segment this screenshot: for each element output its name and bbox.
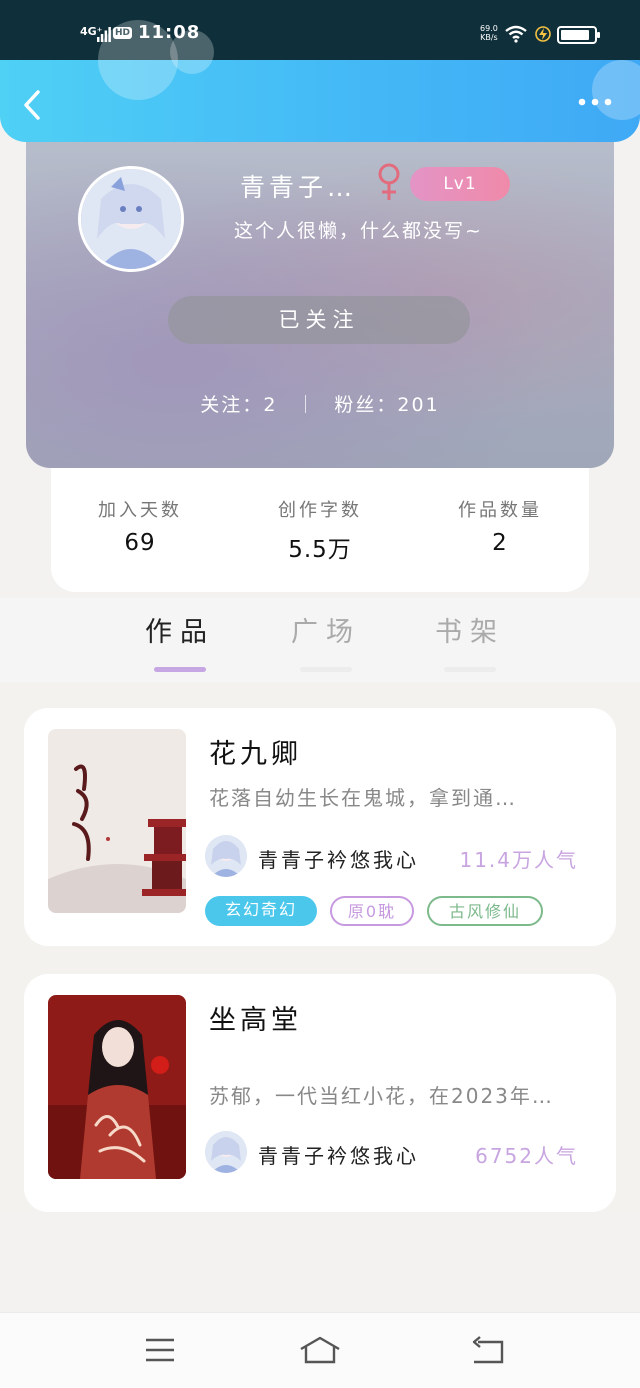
stat-value: 5.5万: [288, 537, 352, 563]
tab-indicator: [154, 667, 206, 672]
stat-join-days: 加入天数 69: [55, 496, 225, 556]
stat-label: 创作字数: [278, 500, 362, 521]
return-icon[interactable]: [470, 1335, 506, 1365]
works-list: 花九卿 花落自幼生长在鬼城，拿到通… 青青子衿悠我心 11.4万人气 玄幻奇幻 …: [0, 682, 640, 1212]
followed-button[interactable]: 已关注: [168, 296, 470, 344]
fans-count[interactable]: 粉丝：201: [334, 394, 439, 416]
speed-unit: KB/s: [480, 33, 498, 42]
cover-art: [48, 995, 186, 1179]
stats-divider: [305, 395, 307, 413]
user-bio: 这个人很懒，什么都没写~: [234, 220, 483, 242]
book-description: 苏郁，一代当红小花，在2023年…: [209, 1084, 554, 1108]
author-avatar: [205, 1131, 247, 1173]
user-avatar[interactable]: [78, 166, 184, 272]
book-title[interactable]: 花九卿: [209, 732, 302, 771]
book-cover[interactable]: [48, 729, 186, 913]
tab-indicator: [444, 667, 496, 672]
author-name: 青青子衿悠我心: [258, 848, 419, 872]
female-icon: [378, 163, 400, 200]
decor-bubble: [98, 20, 178, 100]
tab-indicator: [300, 667, 352, 672]
fans-label: 粉丝：: [334, 394, 398, 416]
genre-tag[interactable]: 玄幻奇幻: [205, 896, 317, 926]
profile-header: 青青子… Lv1 这个人很懒，什么都没写~ 已关注 关注：2 粉丝：201: [26, 120, 614, 468]
book-description: 花落自幼生长在鬼城，拿到通…: [209, 786, 517, 810]
book-title[interactable]: 坐高堂: [209, 998, 302, 1037]
menu-icon[interactable]: [144, 1335, 176, 1365]
author-name: 青青子衿悠我心: [258, 1144, 419, 1168]
stat-label: 加入天数: [98, 500, 182, 521]
book-card[interactable]: 花九卿 花落自幼生长在鬼城，拿到通… 青青子衿悠我心 11.4万人气 玄幻奇幻 …: [24, 708, 616, 946]
author-avatar-image: [205, 835, 247, 877]
wifi-icon: [505, 25, 527, 43]
stat-works-count: 作品数量 2: [415, 496, 585, 556]
charging-icon: [535, 26, 551, 42]
more-dots-icon[interactable]: [578, 98, 612, 106]
level-badge: Lv1: [410, 167, 510, 201]
tab-label: 书架: [435, 617, 505, 648]
tab-label: 广场: [291, 617, 361, 648]
stat-label: 作品数量: [458, 500, 542, 521]
status-bar: 4G⁺ HD 11:08 69.0 KB/s: [0, 0, 640, 60]
speed-value: 69.0: [480, 24, 498, 33]
tab-works[interactable]: 作品: [130, 610, 230, 672]
tab-square[interactable]: 广场: [276, 610, 376, 672]
creator-stats-card: 加入天数 69 创作字数 5.5万 作品数量 2: [51, 452, 589, 592]
book-cover[interactable]: [48, 995, 186, 1179]
stat-word-count: 创作字数 5.5万: [235, 496, 405, 564]
profile-tabs: 作品 广场 书架: [0, 598, 640, 682]
cover-art: [48, 729, 186, 913]
decor-bubble: [592, 60, 640, 120]
following-count[interactable]: 关注：2: [200, 394, 277, 416]
battery-icon: [557, 26, 600, 44]
stat-value: 69: [124, 530, 156, 556]
popularity: 11.4万人气: [459, 848, 578, 872]
back-chevron-icon[interactable]: [18, 88, 48, 122]
follow-stats: 关注：2 粉丝：201: [26, 390, 614, 417]
top-app-bar: [0, 20, 640, 142]
username: 青青子…: [240, 173, 357, 202]
stat-value: 2: [492, 530, 508, 556]
following-value: 2: [263, 394, 278, 416]
fans-value: 201: [397, 394, 440, 416]
following-label: 关注：: [200, 394, 264, 416]
tab-label: 作品: [145, 617, 215, 648]
author-avatar-image: [205, 1131, 247, 1173]
author-avatar: [205, 835, 247, 877]
popularity: 6752人气: [475, 1144, 578, 1168]
genre-tag[interactable]: 原0耽: [330, 896, 414, 926]
system-nav-bar: [0, 1312, 640, 1388]
tab-bookshelf[interactable]: 书架: [420, 610, 520, 672]
avatar-illustration: [81, 169, 181, 269]
network-speed: 69.0 KB/s: [480, 24, 498, 42]
decor-bubble: [170, 30, 214, 74]
book-card[interactable]: 坐高堂 苏郁，一代当红小花，在2023年… 青青子衿悠我心 6752人气: [24, 974, 616, 1212]
genre-tag[interactable]: 古风修仙: [427, 896, 543, 926]
home-icon[interactable]: [298, 1335, 342, 1365]
